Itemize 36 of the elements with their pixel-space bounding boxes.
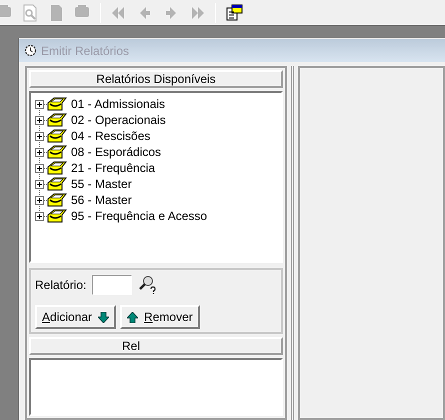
tree-item[interactable]: 95 - Frequência e Acesso [71,207,208,225]
expand-icon[interactable] [35,212,44,220]
form-icon[interactable] [224,2,244,22]
tray-icon [47,113,67,127]
search-icon[interactable] [138,275,156,295]
tree-item[interactable]: 55 - Master [71,175,132,193]
tree-item[interactable]: 02 - Operacionais [71,111,166,129]
report-input[interactable] [92,275,132,295]
remove-button[interactable]: Remover [120,305,200,329]
tray-icon [47,145,67,159]
tray-icon [47,193,67,207]
tray-icon [47,161,67,175]
panel-header: Relatórios Disponíveis [29,70,283,88]
arrow-down-icon [98,312,110,322]
tree-item[interactable]: 04 - Rescisões [71,127,150,145]
tray-icon [47,97,67,111]
expand-icon[interactable] [35,132,44,140]
panel-header: Rel [29,337,283,355]
expand-icon[interactable] [35,116,44,124]
tray-icon [47,129,67,143]
tree-item[interactable]: 08 - Esporádicos [71,143,162,161]
window-title: Emitir Relatórios [41,42,130,60]
expand-icon[interactable] [35,148,44,156]
tree-item[interactable]: 01 - Admissionais [71,95,166,113]
tray-icon [47,177,67,191]
expand-icon[interactable] [35,196,44,204]
clock-icon [24,44,37,57]
tree-item[interactable]: 56 - Master [71,191,132,209]
tree-item[interactable]: 21 - Frequência [71,159,156,177]
expand-icon[interactable] [35,180,44,188]
expand-icon[interactable] [35,164,44,172]
arrow-up-icon [127,312,138,322]
field-label: Relatório: [35,277,86,294]
tray-icon [47,209,67,223]
expand-icon[interactable] [35,100,44,108]
add-button[interactable]: Adicionar [35,305,116,329]
